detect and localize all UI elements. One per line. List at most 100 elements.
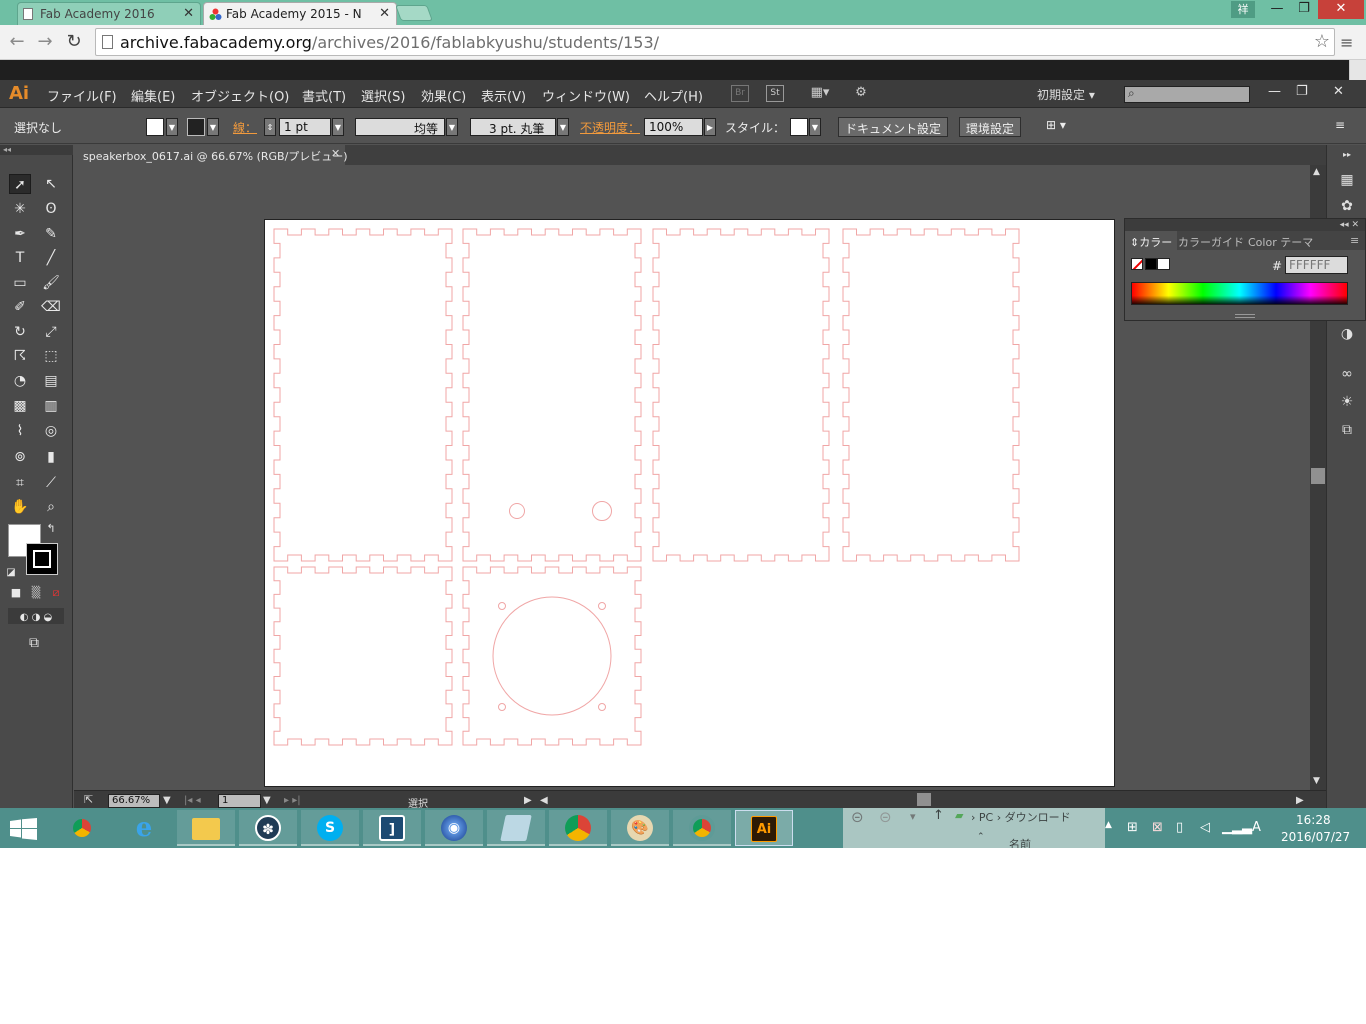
clock-date[interactable]: 2016/07/27	[1281, 830, 1350, 844]
opacity-label[interactable]: 不透明度：	[580, 119, 640, 136]
screw-hole-top-left[interactable]	[498, 602, 506, 610]
stock-icon[interactable]: St	[766, 85, 784, 102]
line-tool-icon[interactable]: ╱	[40, 248, 62, 268]
bracket-app-icon[interactable]: ]	[363, 810, 421, 846]
panel-resize-grip[interactable]	[1235, 314, 1255, 318]
zoom-field[interactable]: 66.67%	[108, 794, 160, 808]
app-close-icon[interactable]: ✕	[1333, 84, 1344, 99]
mesh-tool-icon[interactable]: ▩	[9, 396, 31, 416]
warp-tool-icon[interactable]: ☈	[9, 346, 31, 366]
open-in-bridge-icon[interactable]: ⇱	[84, 793, 93, 806]
blend-tool-icon[interactable]: ◎	[40, 421, 62, 441]
perspective-grid-tool-icon[interactable]: ▤	[40, 371, 62, 391]
speaker-cutout[interactable]	[492, 596, 612, 716]
paint-app-icon[interactable]: 🎨	[611, 810, 669, 846]
default-fill-stroke-icon[interactable]: ◪	[4, 563, 18, 583]
up-icon[interactable]: ↑	[933, 808, 944, 823]
fill-dropdown-icon[interactable]: ▼	[166, 118, 178, 136]
new-tab-button[interactable]	[395, 5, 433, 21]
url-text[interactable]: archive.fabacademy.org/archives/2016/fab…	[120, 33, 659, 52]
tray-battery-icon[interactable]: ▯	[1176, 820, 1183, 835]
tab-color-themes[interactable]: Color テーマ	[1243, 231, 1318, 250]
column-header-name[interactable]: 名前	[1009, 836, 1031, 848]
eyedropper-tool-icon[interactable]: ⌇	[9, 421, 31, 441]
swap-fill-stroke-icon[interactable]: ↰	[44, 519, 58, 539]
magic-wand-tool-icon[interactable]: ✳	[9, 199, 31, 219]
paintbrush-tool-icon[interactable]: 🖌	[40, 273, 62, 293]
rotate-tool-icon[interactable]: ↻	[9, 322, 31, 342]
brushes-panel-icon[interactable]: ✿	[1338, 197, 1356, 215]
stroke-swatch[interactable]	[26, 543, 58, 575]
blob-brush-tool-icon[interactable]: ✐	[9, 297, 31, 317]
align-options-icon[interactable]: ⊞ ▾	[1046, 118, 1066, 132]
browser-scrollbar[interactable]	[1349, 60, 1366, 80]
menu-help[interactable]: ヘルプ(H)	[644, 86, 703, 105]
none-mode-icon[interactable]: ⧄	[48, 583, 64, 599]
hex-color-field[interactable]: FFFFFF	[1285, 256, 1348, 274]
browser-tab-2[interactable]: Fab Academy 2015 - N ✕	[203, 2, 397, 25]
menu-object[interactable]: オブジェクト(O)	[191, 86, 289, 105]
direct-selection-tool-icon[interactable]: ↖	[40, 174, 62, 194]
arrange-documents-icon[interactable]: ▦▾	[807, 85, 833, 102]
status-menu-icon[interactable]: ▶	[524, 795, 532, 806]
forward-icon[interactable]: ⊝	[879, 808, 892, 826]
windows-start-icon[interactable]	[10, 818, 38, 840]
hand-tool-icon[interactable]: ✋	[9, 497, 31, 517]
artboard[interactable]	[264, 219, 1115, 787]
zoom-tool-icon[interactable]: ⌕	[40, 497, 62, 517]
tray-windows-icon[interactable]: ⊞	[1127, 820, 1138, 835]
stroke-weight-dropdown-icon[interactable]: ▼	[332, 118, 344, 136]
restore-icon[interactable]: ❐	[1291, 0, 1317, 19]
tab-color[interactable]: ⇕カラー	[1125, 231, 1178, 250]
free-transform-tool-icon[interactable]: ⬚	[40, 346, 62, 366]
app-minimize-icon[interactable]: —	[1268, 84, 1281, 99]
breadcrumb[interactable]: › PC › ダウンロード	[971, 809, 1071, 825]
close-icon[interactable]: ✕	[183, 6, 194, 21]
artboards-panel-icon[interactable]: ⧉	[1338, 421, 1356, 439]
illustrator-taskbar-icon[interactable]: Ai	[735, 810, 793, 846]
scale-tool-icon[interactable]: ⤢	[40, 322, 62, 342]
chrome-taskbar-icon[interactable]	[53, 810, 111, 846]
bridge-icon[interactable]: Br	[731, 85, 749, 102]
curvature-tool-icon[interactable]: ✎	[40, 224, 62, 244]
column-graph-tool-icon[interactable]: ▮	[40, 447, 62, 467]
menu-edit[interactable]: 編集(E)	[131, 86, 175, 105]
tab-color-guide[interactable]: カラーガイド	[1173, 231, 1249, 250]
document-setup-button[interactable]: ドキュメント設定	[838, 117, 949, 137]
color-spectrum[interactable]	[1131, 282, 1348, 305]
rectangle-tool-icon[interactable]: ▭	[9, 273, 31, 293]
skype-icon[interactable]: S	[301, 810, 359, 846]
chrome-running-icon[interactable]	[673, 810, 731, 846]
brush-definition[interactable]: 3 pt. 丸筆	[470, 118, 556, 136]
globe-app-icon[interactable]: ◉	[425, 810, 483, 846]
vertical-scroll-thumb[interactable]	[1311, 468, 1325, 484]
chrome-menu-icon[interactable]: ≡	[1340, 33, 1353, 52]
back-icon[interactable]: ←	[6, 31, 28, 53]
bookmark-star-icon[interactable]: ☆	[1314, 31, 1330, 52]
black-color-swatch[interactable]	[1145, 258, 1157, 270]
minimize-icon[interactable]: —	[1264, 0, 1290, 19]
stroke-color-swatch[interactable]	[187, 118, 205, 136]
cable-hole-right[interactable]	[592, 501, 612, 521]
chrome-apps-icon[interactable]	[549, 810, 607, 846]
tray-ime-icon[interactable]: A	[1252, 820, 1261, 835]
swatches-panel-icon[interactable]: ▦	[1338, 171, 1356, 189]
selection-tool-icon[interactable]: ➚	[9, 174, 31, 194]
pen-tool-icon[interactable]: ✒	[9, 224, 31, 244]
opacity-field[interactable]: 100%	[644, 118, 703, 136]
tray-expand-icon[interactable]: ▲	[1105, 820, 1112, 830]
clock-time[interactable]: 16:28	[1296, 813, 1331, 827]
scroll-left-icon[interactable]: ◀	[540, 795, 548, 806]
opacity-arrow-icon[interactable]: ▶	[704, 118, 716, 136]
none-color-icon[interactable]	[1131, 258, 1143, 270]
document-tab[interactable]: speakerbox_0617.ai @ 66.67% (RGB/プレビュー) …	[73, 145, 348, 165]
type-tool-icon[interactable]: T	[9, 248, 31, 268]
app-restore-icon[interactable]: ❐	[1296, 84, 1308, 99]
side-panel-3[interactable]	[842, 228, 1020, 562]
color-mode-icon[interactable]: ■	[8, 583, 24, 599]
explorer-window-peek[interactable]: ⊝ ⊝ ▾ ↑ ▰ › PC › ダウンロード ⌃ 名前	[843, 808, 1105, 848]
stroke-stepper-icon[interactable]: ⇕	[264, 118, 276, 136]
horizontal-scroll-thumb[interactable]	[917, 793, 931, 806]
forward-icon[interactable]: →	[34, 31, 56, 53]
panel-menu-icon[interactable]: ≡	[1345, 231, 1364, 250]
